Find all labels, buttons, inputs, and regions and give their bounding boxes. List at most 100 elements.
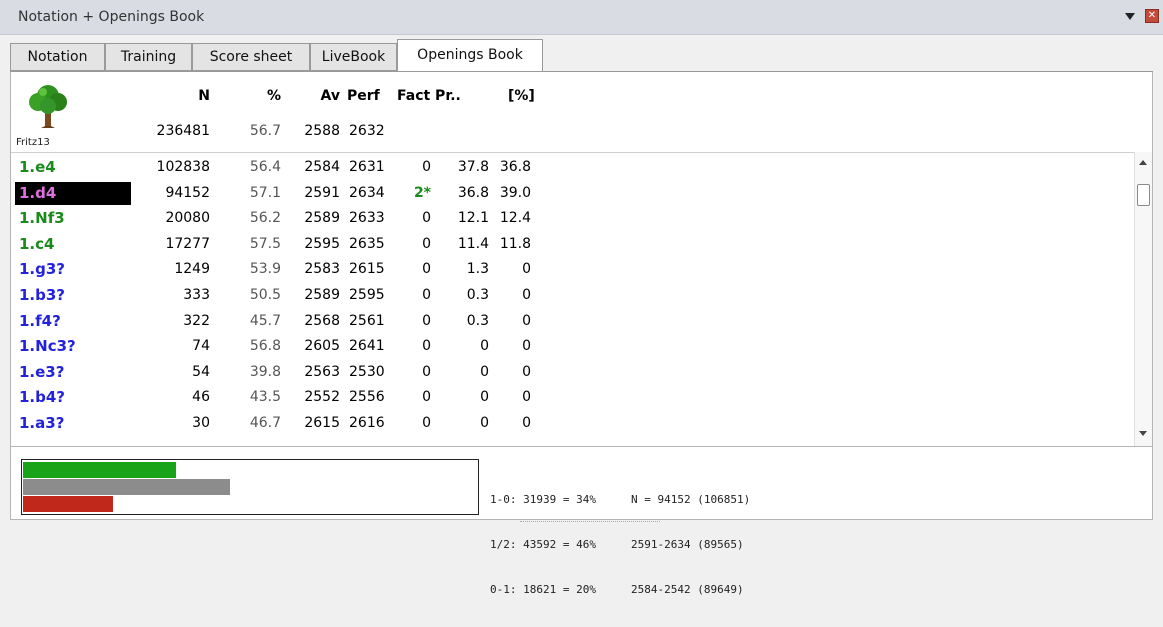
performance-rating: 2556	[349, 389, 385, 406]
move-cell: 1.b4?	[19, 388, 66, 407]
performance-rating: 2561	[349, 312, 385, 329]
probability: 36.8	[457, 184, 489, 201]
results-panel: 1-0: 31939 = 34% 1/2: 43592 = 46% 0-1: 1…	[10, 446, 1153, 596]
score-percent: 56.2	[249, 210, 281, 227]
scroll-up-icon[interactable]	[1139, 160, 1147, 165]
table-row[interactable]: 1.d4 94152 57.1 2591 2634 2* 36.8 39.0	[11, 181, 1131, 207]
scroll-down-icon[interactable]	[1139, 431, 1147, 436]
probability: 0.3	[466, 312, 489, 329]
table-row[interactable]: 1.a3? 30 46.7 2615 2616 0 0 0	[11, 412, 1131, 437]
probability: 0	[480, 389, 489, 406]
average-rating: 2583	[304, 261, 340, 278]
tab-notation[interactable]: Notation	[10, 43, 105, 71]
book-percent: 36.8	[499, 159, 531, 175]
probability: 0.3	[466, 287, 489, 303]
fact-value: 0	[422, 210, 431, 227]
games-count: 30	[192, 415, 210, 431]
book-percent: 12.4	[499, 210, 531, 227]
resize-grip[interactable]	[520, 521, 660, 525]
column-header-av[interactable]: Av	[301, 88, 340, 104]
probability: 12.1	[457, 210, 489, 227]
tab-openings-book[interactable]: Openings Book	[397, 39, 543, 72]
games-count: 74	[192, 338, 210, 355]
results-summary: 1-0: 31939 = 34% 1/2: 43592 = 46% 0-1: 1…	[490, 462, 596, 627]
tab-score-sheet[interactable]: Score sheet	[192, 43, 310, 71]
column-header-perf[interactable]: Perf	[347, 88, 380, 104]
book-percent: 11.8	[499, 235, 531, 252]
fact-value: 0	[422, 338, 431, 355]
average-rating: 2591	[304, 184, 340, 201]
table-row[interactable]: 1.Nc3? 74 56.8 2605 2641 0 0 0	[11, 335, 1131, 360]
draws-bar	[23, 479, 230, 495]
tab-livebook[interactable]: LiveBook	[310, 43, 397, 71]
move-cell: 1.d4	[15, 181, 131, 205]
score-percent: 57.5	[249, 235, 281, 252]
column-header-fact-pr[interactable]: Fact Pr..	[397, 88, 461, 104]
rating-summary: N = 94152 (106851) 2591-2634 (89565) 258…	[631, 462, 750, 627]
vertical-scrollbar[interactable]	[1134, 152, 1152, 446]
probability: 11.4	[457, 235, 489, 252]
white-wins-bar	[23, 462, 176, 478]
moves-list: 1.e4 102838 56.4 2584 2631 0 37.8 36.8 1.d4 94152…	[11, 156, 1131, 446]
fact-value: 0	[422, 159, 431, 175]
games-count: 94152	[165, 184, 210, 201]
probability: 0	[480, 338, 489, 355]
score-percent: 39.8	[249, 363, 281, 380]
book-percent: 0	[522, 261, 531, 278]
fact-value: 0	[422, 287, 431, 303]
close-icon[interactable]: ✕	[1145, 9, 1159, 23]
performance-rating: 2631	[349, 159, 385, 175]
move-cell: 1.a3?	[19, 414, 65, 432]
games-count: 20080	[165, 210, 210, 227]
score-percent: 46.7	[249, 415, 281, 431]
black-wins-stat: 0-1: 18621 = 20%	[490, 583, 596, 596]
tab-training[interactable]: Training	[105, 43, 192, 71]
window-title: Notation + Openings Book	[18, 9, 205, 25]
book-percent: 0	[522, 338, 531, 355]
move-cell: 1.c4	[19, 234, 55, 253]
performance-rating: 2615	[349, 261, 385, 278]
score-percent: 45.7	[249, 312, 281, 329]
average-rating: 2563	[304, 363, 340, 380]
table-row[interactable]: 1.c4 17277 57.5 2595 2635 0 11.4 11.8	[11, 233, 1131, 258]
average-rating: 2595	[304, 235, 340, 252]
probability: 1.3	[466, 261, 489, 278]
table-row[interactable]: 1.e4 102838 56.4 2584 2631 0 37.8 36.8	[11, 156, 1131, 181]
probability: 37.8	[457, 159, 489, 175]
games-count: 102838	[156, 159, 210, 175]
average-rating: 2615	[304, 415, 340, 431]
games-count: 333	[183, 287, 210, 303]
results-bar-chart	[21, 459, 479, 515]
book-percent: 0	[522, 312, 531, 329]
games-count: 322	[183, 312, 210, 329]
table-row[interactable]: 1.Nf3 20080 56.2 2589 2633 0 12.1 12.4	[11, 207, 1131, 232]
table-row[interactable]: 1.b3? 333 50.5 2589 2595 0 0.3 0	[11, 284, 1131, 309]
header-divider	[11, 152, 1152, 153]
games-count: 1249	[174, 261, 210, 278]
table-row[interactable]: 1.e3? 54 39.8 2563 2530 0 0 0	[11, 361, 1131, 386]
games-count: 46	[192, 389, 210, 406]
book-percent: 0	[522, 389, 531, 406]
fact-value: 2*	[413, 184, 431, 201]
column-header-percent[interactable]: %	[241, 88, 281, 104]
table-row[interactable]: 1.f4? 322 45.7 2568 2561 0 0.3 0	[11, 310, 1131, 335]
white-wins-stat: 1-0: 31939 = 34%	[490, 493, 596, 506]
table-row[interactable]: 1.g3? 1249 53.9 2583 2615 0 1.3 0	[11, 258, 1131, 283]
games-count: 17277	[165, 235, 210, 252]
move-cell: 1.e3?	[19, 362, 65, 381]
black-wins-bar	[23, 496, 113, 512]
dropdown-arrow-icon[interactable]	[1125, 13, 1135, 20]
scroll-thumb[interactable]	[1137, 184, 1150, 206]
book-percent: 0	[522, 287, 531, 303]
column-header-percent-2[interactable]: [%]	[508, 88, 535, 104]
average-rating: 2584	[304, 159, 340, 175]
openings-book-panel: Fritz13 N % Av Perf Fact Pr.. [%] 236481…	[10, 72, 1153, 446]
book-percent: 0	[522, 415, 531, 431]
average-rating: 2589	[304, 210, 340, 227]
probability: 0	[480, 415, 489, 431]
move-cell: 1.Nc3?	[19, 337, 76, 356]
table-row[interactable]: 1.b4? 46 43.5 2552 2556 0 0 0	[11, 386, 1131, 411]
column-header-n[interactable]: N	[151, 88, 210, 104]
score-percent: 56.8	[249, 338, 281, 355]
performance-rating: 2595	[349, 287, 385, 303]
